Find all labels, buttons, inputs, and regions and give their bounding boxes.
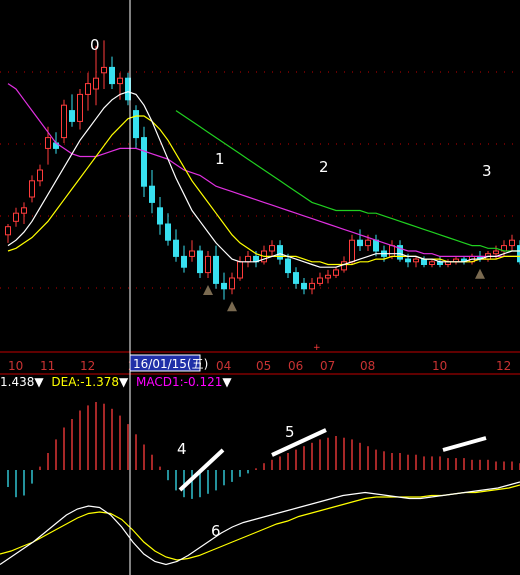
candle-body xyxy=(341,261,347,271)
cursor-date-label: 16/01/15(五) xyxy=(133,357,208,371)
candle-body xyxy=(317,277,323,284)
candle-body xyxy=(405,258,411,263)
candle-body xyxy=(229,277,235,290)
candle-body xyxy=(213,255,219,284)
x-tick-label: 08 xyxy=(360,359,375,373)
legend-dif-arrow: ▼ xyxy=(34,375,44,389)
candle-body xyxy=(133,110,139,139)
candle-body xyxy=(173,239,179,257)
candle-body xyxy=(325,274,331,279)
annotation-1: 1 xyxy=(215,150,225,168)
cursor-date-badge: 16/01/15(五) xyxy=(129,354,208,372)
candle-body xyxy=(285,258,291,274)
x-tick-label: 10 xyxy=(8,359,23,373)
candle-body xyxy=(181,255,187,268)
legend-dea-arrow: ▼ xyxy=(119,375,129,389)
candle-body xyxy=(301,282,307,290)
candle-body xyxy=(509,239,515,247)
candle-body xyxy=(373,239,379,252)
candle-body xyxy=(365,239,371,247)
candle-body xyxy=(29,180,35,198)
candle-body xyxy=(77,93,83,122)
x-tick-label: 12 xyxy=(80,359,95,373)
x-tick-label: 05 xyxy=(256,359,271,373)
candle-body xyxy=(149,185,155,203)
annotation-4: 4 xyxy=(177,440,187,458)
candle-body xyxy=(5,226,11,236)
candle-body xyxy=(45,137,51,149)
candle-body xyxy=(349,239,355,263)
annotation-0: 0 xyxy=(90,36,100,54)
candle-body xyxy=(61,104,67,139)
candle-body xyxy=(333,269,339,276)
candle-body xyxy=(413,258,419,263)
macd-legend: 1.438▼ DEA:-1.378▼ MACD1:-0.121▼ xyxy=(0,375,232,389)
x-tick-label: 07 xyxy=(320,359,335,373)
candle-body xyxy=(269,245,275,252)
x-tick-label: 11 xyxy=(40,359,55,373)
annotation-2: 2 xyxy=(319,158,329,176)
candle-body xyxy=(93,77,99,90)
candle-body xyxy=(221,282,227,290)
candle-body xyxy=(245,255,251,263)
annotation-6: 6 xyxy=(211,522,221,540)
candle-body xyxy=(101,66,107,74)
x-tick-label: 12 xyxy=(496,359,511,373)
candle-body xyxy=(13,212,19,222)
legend-macd-arrow: ▼ xyxy=(222,375,232,389)
annotation-5: 5 xyxy=(285,423,295,441)
legend-dea: DEA:-1.378 xyxy=(51,375,119,389)
candle-body xyxy=(493,250,499,255)
candle-body xyxy=(309,282,315,290)
candle-body xyxy=(205,255,211,274)
stock-chart: 101112204050607081012+ 16/01/15(五) 1.438… xyxy=(0,0,520,575)
candle-body xyxy=(117,77,123,85)
candle-body xyxy=(389,245,395,257)
candle-body xyxy=(293,272,299,284)
candle-body xyxy=(237,261,243,279)
candle-body xyxy=(109,66,115,85)
candle-body xyxy=(165,223,171,241)
candle-body xyxy=(69,110,75,122)
annotation-3: 3 xyxy=(482,162,492,180)
legend-macd: MACD1:-0.121 xyxy=(136,375,222,389)
cursor-marker: + xyxy=(313,343,321,353)
x-tick-label: 10 xyxy=(432,359,447,373)
candle-body xyxy=(85,83,91,95)
candle-body xyxy=(141,137,147,187)
legend-dif: 1.438 xyxy=(0,375,34,389)
candle-body xyxy=(157,207,163,225)
x-tick-label: 04 xyxy=(216,359,231,373)
candle-body xyxy=(197,250,203,274)
candle-body xyxy=(429,261,435,265)
candle-body xyxy=(421,258,427,266)
candle-body xyxy=(277,245,283,260)
candle-body xyxy=(37,169,43,182)
x-tick-label: 06 xyxy=(288,359,303,373)
candle-body xyxy=(189,250,195,257)
candle-body xyxy=(357,239,363,247)
chart-background xyxy=(0,0,520,575)
candle-body xyxy=(21,207,27,214)
